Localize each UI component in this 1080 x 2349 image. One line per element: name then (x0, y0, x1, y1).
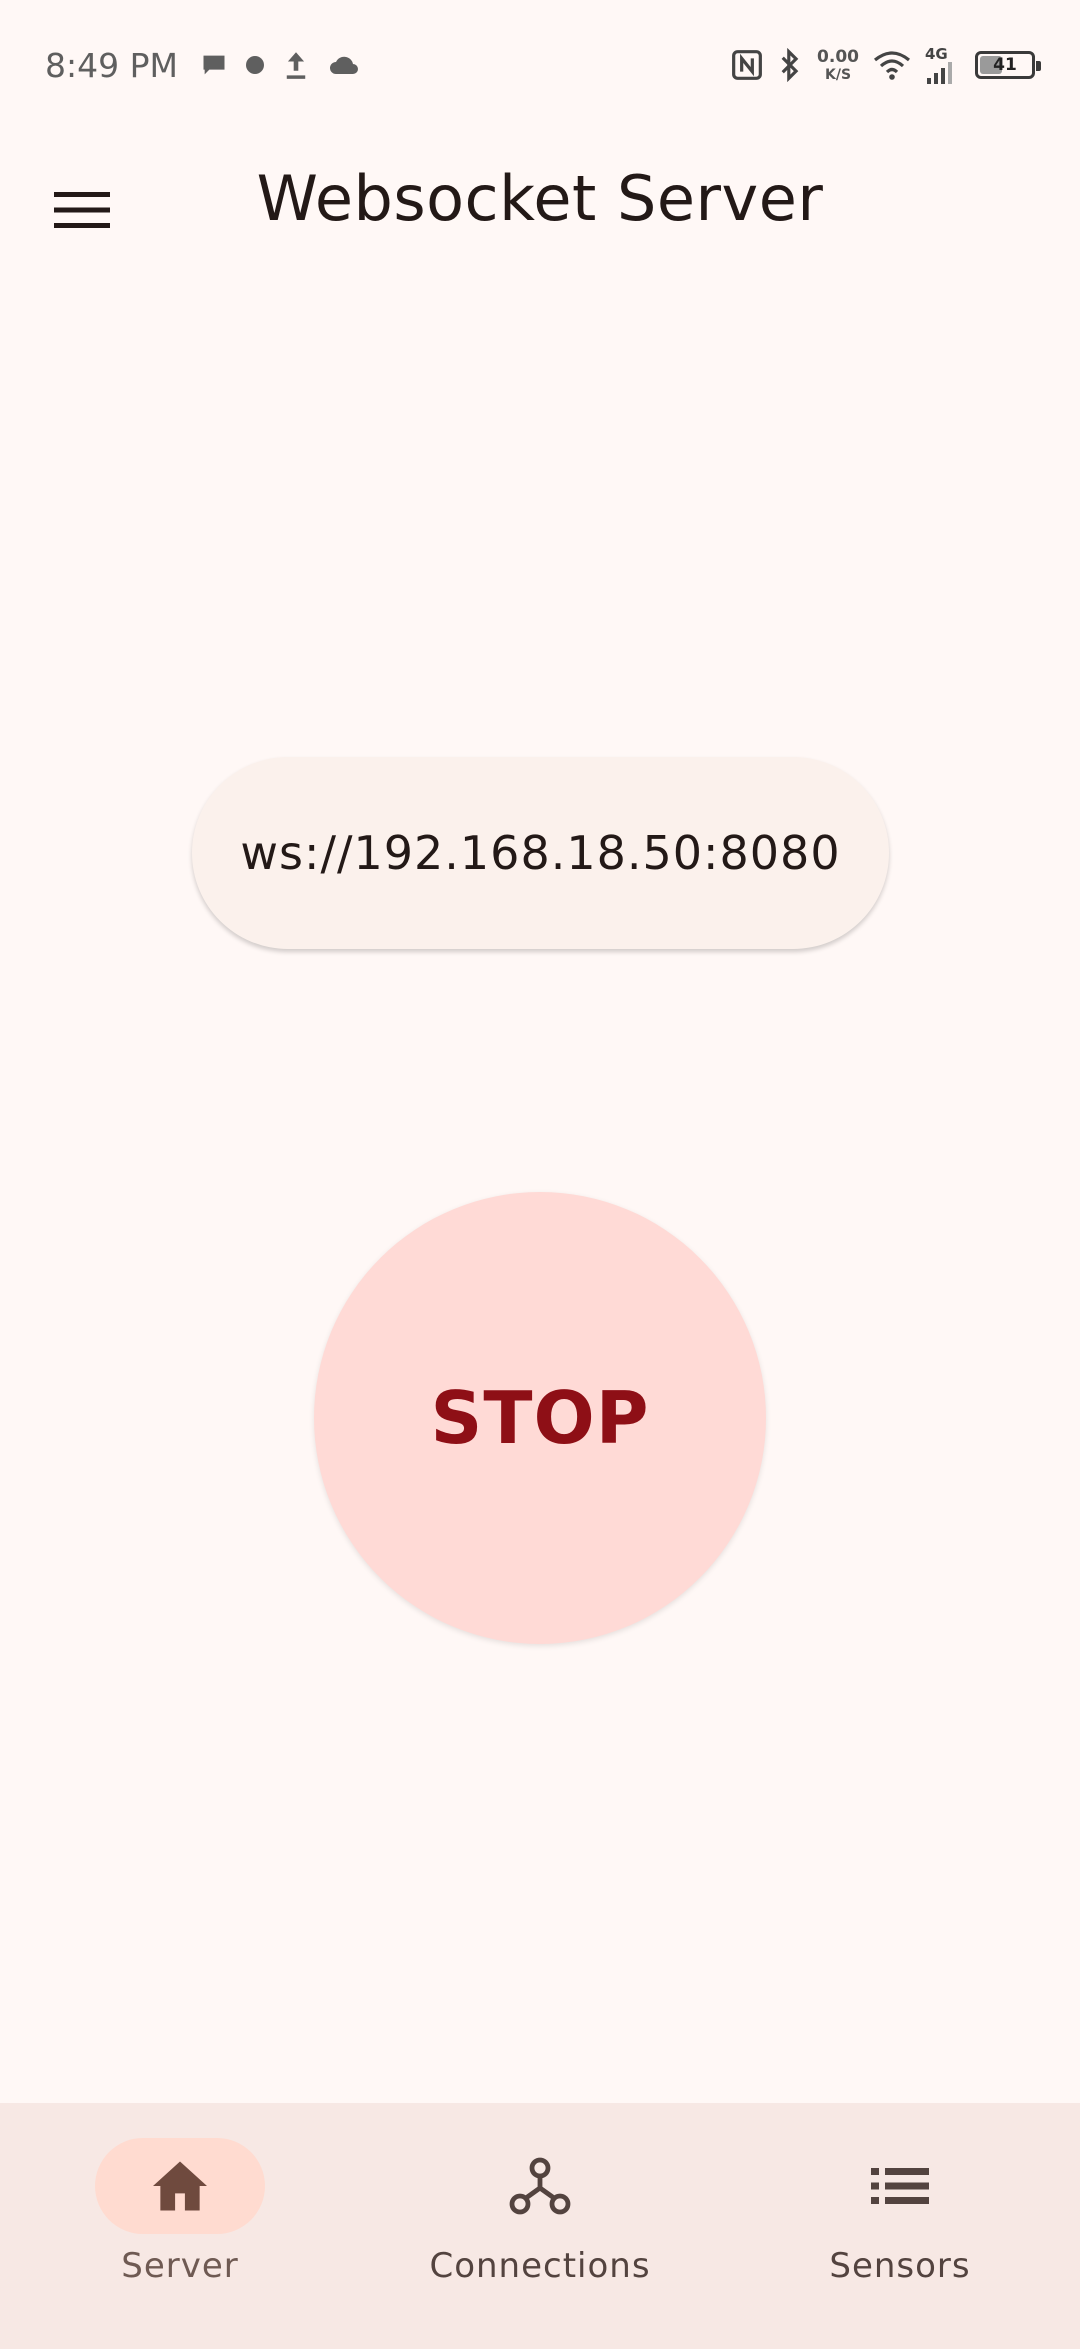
page-title: Websocket Server (256, 162, 824, 235)
bottom-navigation: Server Connections Sensors (0, 2103, 1080, 2349)
nfc-icon (731, 49, 763, 81)
upload-icon (282, 50, 310, 80)
nav-label-connections: Connections (429, 2246, 651, 2286)
status-bar-right: 0.00 K/S 4G 41 (717, 44, 1041, 84)
nav-item-sensors[interactable]: Sensors (720, 2103, 1080, 2349)
net-speed-value: 0.00 (817, 46, 859, 67)
nav-indicator (455, 2138, 625, 2234)
cloud-icon (328, 53, 360, 77)
nav-indicator (815, 2138, 985, 2234)
status-bar: 8:49 PM 0.00 K/S 4G 41 (0, 0, 1080, 130)
stop-server-button[interactable]: STOP (314, 1192, 766, 1644)
server-url-chip[interactable]: ws://192.168.18.50:8080 (192, 757, 889, 949)
battery-icon: 41 (975, 51, 1041, 79)
home-icon (153, 2161, 207, 2211)
top-app-bar: Websocket Server (0, 130, 1080, 275)
list-icon (871, 2168, 929, 2204)
status-bar-left: 8:49 PM (45, 46, 378, 85)
battery-level: 41 (993, 55, 1017, 75)
status-time: 8:49 PM (45, 45, 178, 85)
nav-item-connections[interactable]: Connections (360, 2103, 720, 2349)
nav-item-server[interactable]: Server (0, 2103, 360, 2349)
bluetooth-icon (777, 48, 803, 82)
screen: 8:49 PM 0.00 K/S 4G 41 Websocket Server … (0, 0, 1080, 2349)
net-speed: 0.00 K/S (817, 46, 859, 83)
nav-label-sensors: Sensors (829, 2246, 971, 2286)
chat-bubble-icon (200, 51, 228, 79)
dot-icon (245, 56, 264, 74)
net-speed-unit: K/S (825, 66, 852, 83)
nav-label-server: Server (121, 2246, 239, 2286)
signal-4g-icon: 4G (925, 44, 955, 84)
hub-icon (509, 2157, 571, 2215)
network-type: 4G (925, 44, 948, 63)
wifi-icon (873, 50, 911, 80)
nav-active-indicator (95, 2138, 265, 2234)
stop-label: STOP (430, 1376, 650, 1460)
